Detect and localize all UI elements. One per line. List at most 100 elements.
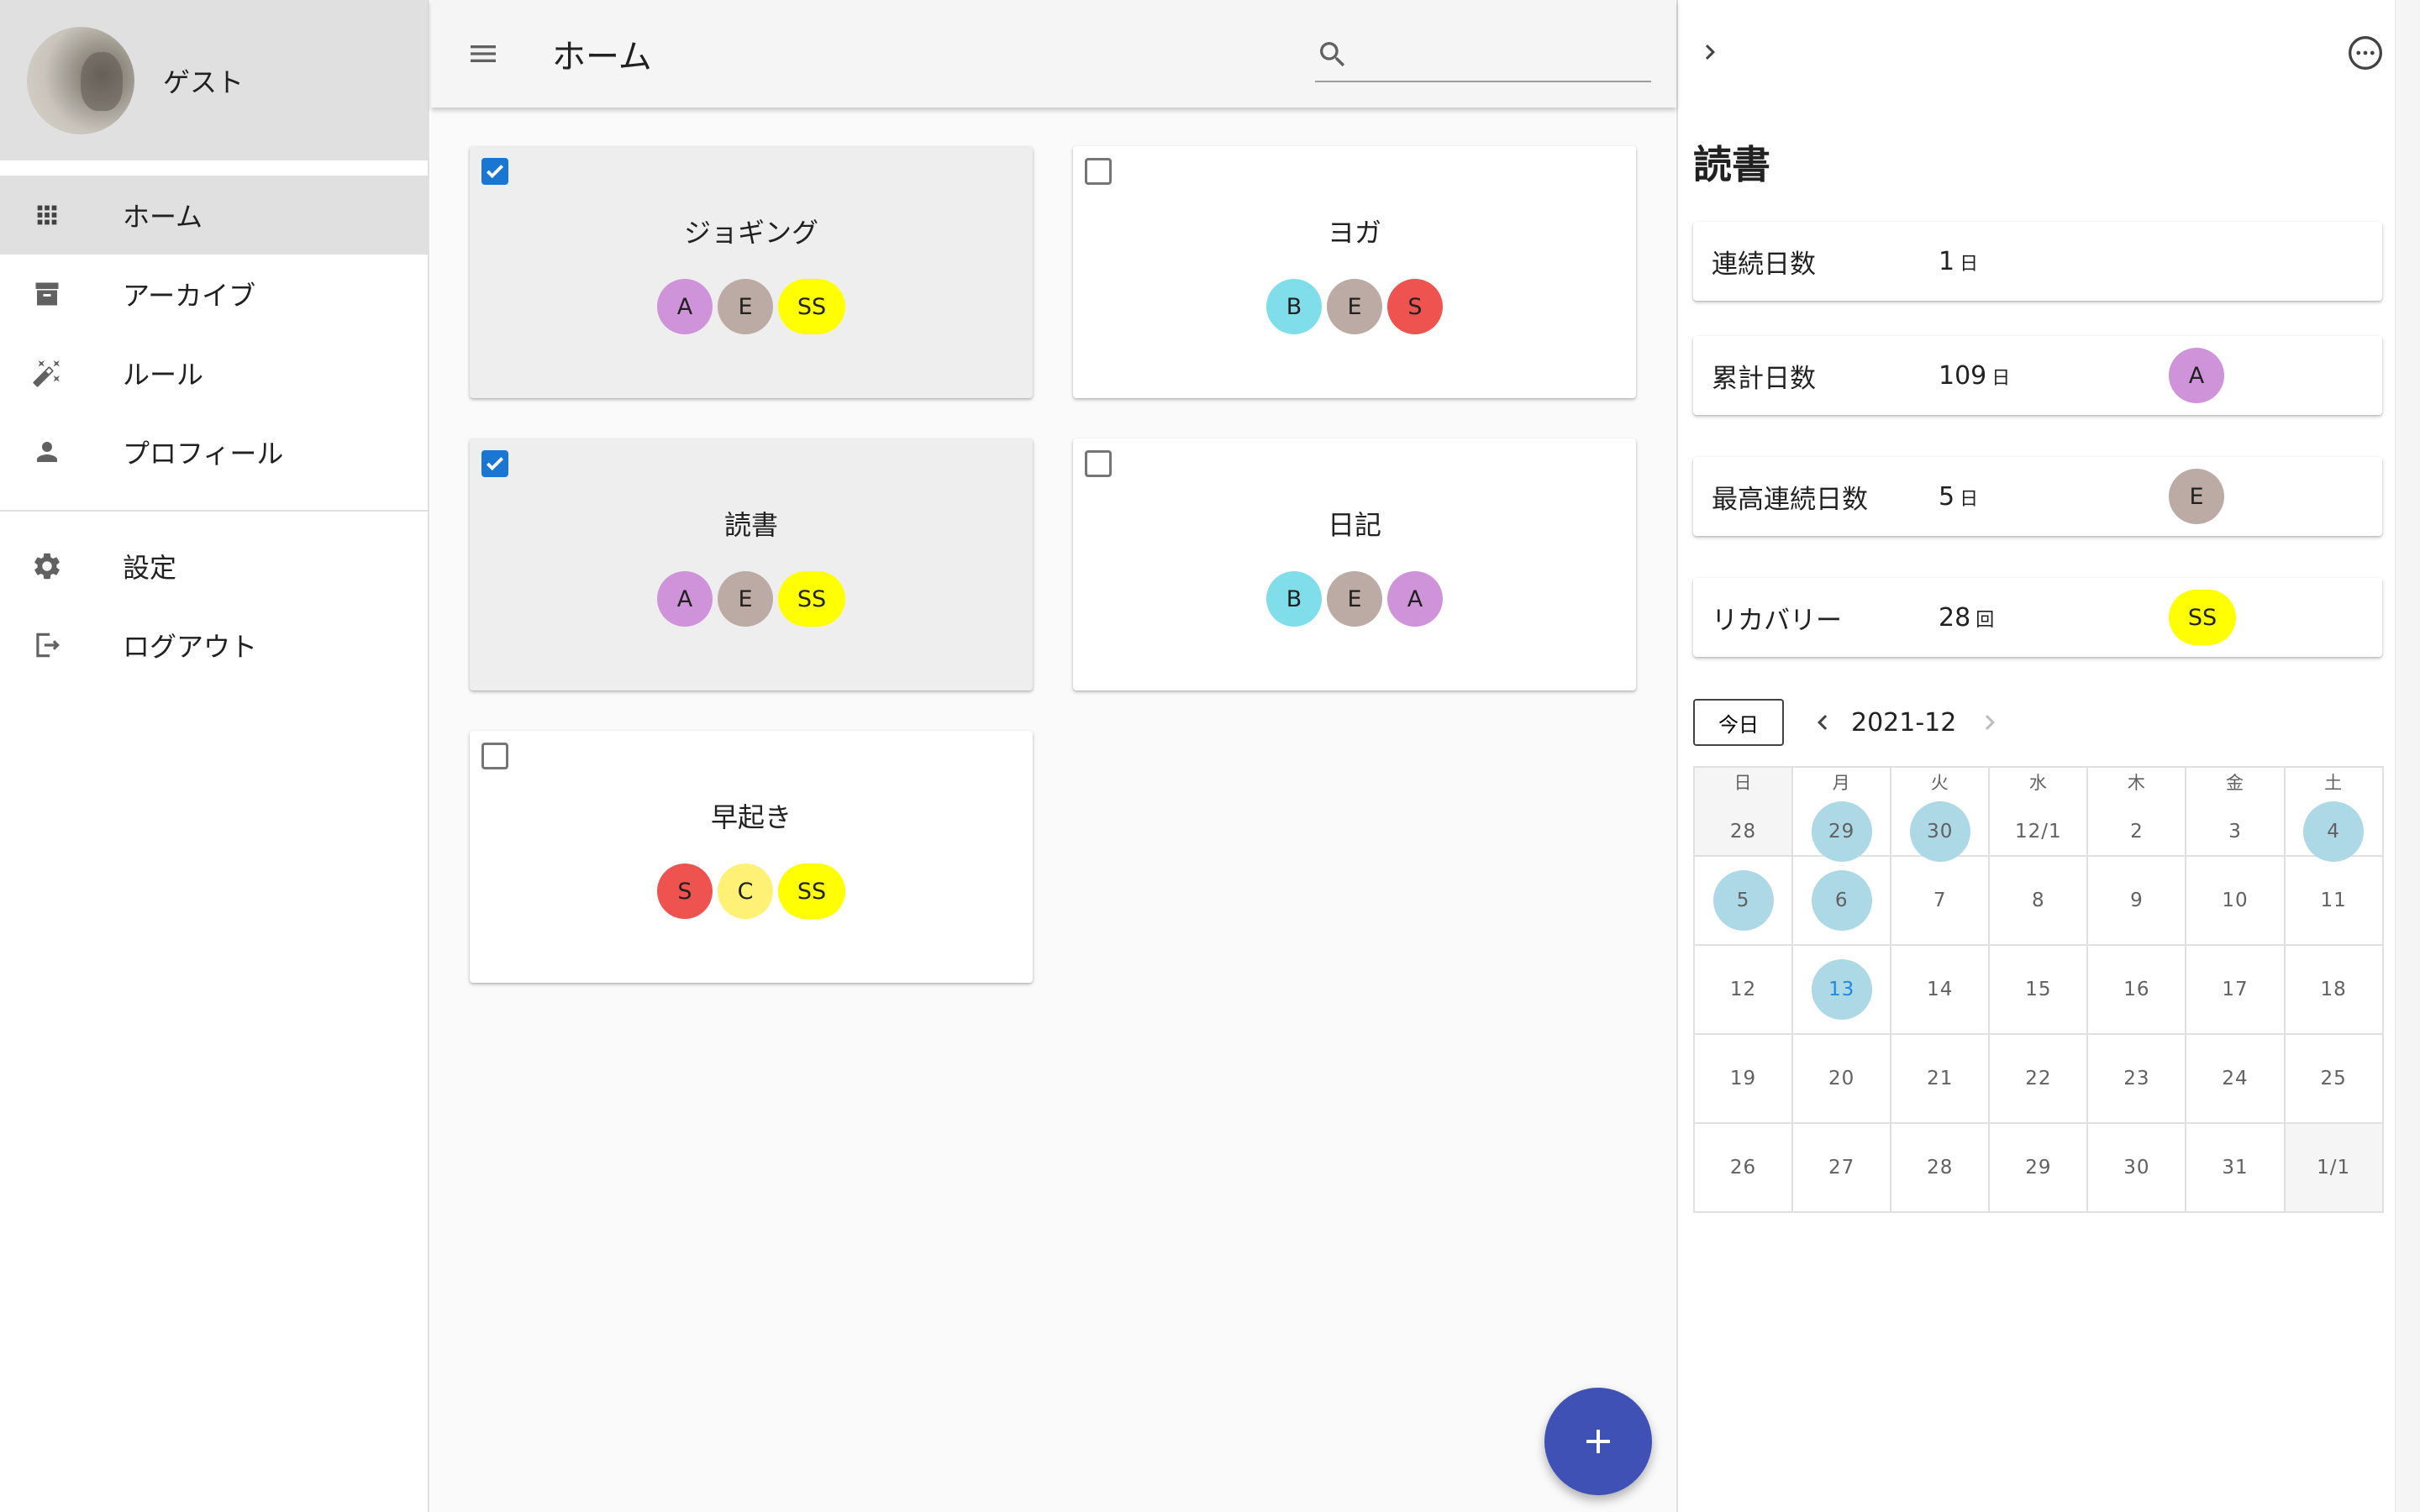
member-chip[interactable]: E [1327,571,1382,627]
calendar-day[interactable]: 20 [1793,1035,1892,1124]
member-chip[interactable]: C [718,864,773,919]
member-chip[interactable]: E [1327,279,1382,334]
member-chip[interactable]: E [2169,469,2224,524]
member-chip[interactable]: A [657,571,713,627]
calendar-day[interactable]: 15 [1990,946,2089,1035]
member-chip[interactable]: S [1387,279,1443,334]
calendar-day[interactable]: 日 28 [1695,768,1794,857]
calendar-day-number: 29 [1811,801,1872,862]
calendar-day[interactable]: 火 30 [1891,768,1991,862]
add-habit-button[interactable] [1544,1388,1652,1495]
sidebar-item-rules[interactable]: ルール [0,333,428,412]
sidebar-item-archive[interactable]: アーカイブ [0,255,428,333]
calendar-day[interactable]: 18 [2285,946,2384,1035]
sidebar-item-settings[interactable]: 設定 [0,527,428,606]
calendar-day[interactable]: 23 [2088,1035,2187,1124]
today-button[interactable]: 今日 [1693,699,1784,746]
calendar-day[interactable]: 29 [1990,1124,2089,1213]
sidebar-item-logout[interactable]: ログアウト [0,606,428,685]
panel-scrollbar[interactable] [2395,0,2420,1512]
member-chip[interactable]: E [718,279,773,334]
member-chip[interactable]: SS [778,571,845,627]
calendar-day[interactable]: 1/1 [2285,1124,2384,1213]
calendar-day[interactable]: 6 [1793,857,1892,946]
menu-button[interactable] [456,27,510,81]
member-chip[interactable]: E [718,571,773,627]
habit-checkbox[interactable] [481,158,508,185]
habit-checkbox[interactable] [481,743,508,769]
calendar-day-number: 9 [2130,890,2144,911]
avatar[interactable] [27,26,134,134]
habit-title: ジョギング [683,217,818,249]
calendar-day[interactable]: 月 29 [1793,768,1892,862]
habit-checkbox[interactable] [481,450,508,477]
calendar-month: 2021-12 [1851,707,1957,738]
calendar-day-number: 10 [2222,890,2249,911]
search-field [1315,29,1651,82]
calendar-day[interactable]: 24 [2186,1035,2286,1124]
member-chip[interactable]: B [1266,571,1322,627]
member-chip[interactable]: SS [2169,590,2236,645]
calendar-day[interactable]: 金3 [2186,768,2286,857]
prev-month-button[interactable] [1806,706,1839,739]
calendar-day-number: 17 [2222,979,2249,1000]
calendar-day[interactable]: 26 [1695,1124,1794,1213]
calendar-day[interactable]: 12 [1695,946,1794,1035]
calendar-day[interactable]: 10 [2186,857,2286,946]
chevron-left-icon [1818,715,1828,730]
calendar-day[interactable]: 17 [2186,946,2286,1035]
next-month-button[interactable] [1973,706,2007,739]
habit-card[interactable]: 読書 A E SS [470,438,1033,690]
habit-card[interactable]: ジョギング A E SS [470,146,1033,398]
calendar-day[interactable]: 31 [2186,1124,2286,1213]
calendar-day[interactable]: 21 [1891,1035,1991,1124]
calendar-day[interactable]: 28 [1891,1124,1991,1213]
calendar-day[interactable]: 16 [2088,946,2187,1035]
calendar-day[interactable]: 27 [1793,1124,1892,1213]
member-chip[interactable]: B [1266,279,1322,334]
calendar-day[interactable]: 5 [1695,857,1794,946]
sidebar-item-profile[interactable]: プロフィール [0,412,428,491]
habit-checkbox[interactable] [1085,158,1112,185]
calendar-day[interactable]: 25 [2285,1035,2384,1124]
habit-card[interactable]: 日記 B E A [1073,438,1636,690]
member-chip[interactable]: SS [778,279,845,334]
logout-icon [30,628,64,662]
weekday-label: 土 [2324,773,2344,793]
stat-label: 累計日数 [1712,363,1816,394]
more-options-button[interactable] [2346,34,2385,72]
calendar-day[interactable]: 7 [1891,857,1991,946]
stat-unit: 日 [1960,253,1979,275]
member-chip[interactable]: A [657,279,713,334]
calendar-day[interactable]: 30 [2088,1124,2187,1213]
weekday-label: 金 [2226,773,2245,793]
calendar-day[interactable]: 11 [2285,857,2384,946]
search-input[interactable] [1358,34,1651,76]
calendar-day[interactable]: 22 [1990,1035,2089,1124]
calendar-day[interactable]: 14 [1891,946,1991,1035]
habit-checkbox[interactable] [1085,450,1112,477]
sidebar-item-home[interactable]: ホーム [0,176,428,255]
calendar-day[interactable]: 8 [1990,857,2089,946]
calendar-day-number: 3 [2228,821,2242,843]
stat-unit: 日 [1991,367,2011,389]
calendar-day-number: 12/1 [2015,821,2062,843]
calendar-day[interactable]: 19 [1695,1035,1794,1124]
calendar-day[interactable]: 13 [1793,946,1892,1035]
member-chip[interactable]: A [2169,348,2224,403]
member-chip[interactable]: SS [778,864,845,919]
habit-card[interactable]: 早起き S C SS [470,731,1033,983]
calendar-day-number: 28 [1729,821,1757,843]
calendar-day[interactable]: 木2 [2088,768,2187,857]
collapse-panel-button[interactable] [1693,35,1727,69]
habit-card[interactable]: ヨガ B E S [1073,146,1636,398]
calendar-week: 5 6 7 8 9 10 11 [1695,857,2384,946]
calendar-day[interactable]: 9 [2088,857,2187,946]
gear-icon [30,549,64,583]
calendar-day[interactable]: 土4 [2285,768,2384,862]
member-chip[interactable]: S [657,864,713,919]
member-chips: A E SS [470,279,1033,334]
member-chip[interactable]: A [1387,571,1443,627]
calendar-day[interactable]: 水 12/1 [1990,768,2089,857]
calendar-day-number: 19 [1729,1068,1757,1089]
